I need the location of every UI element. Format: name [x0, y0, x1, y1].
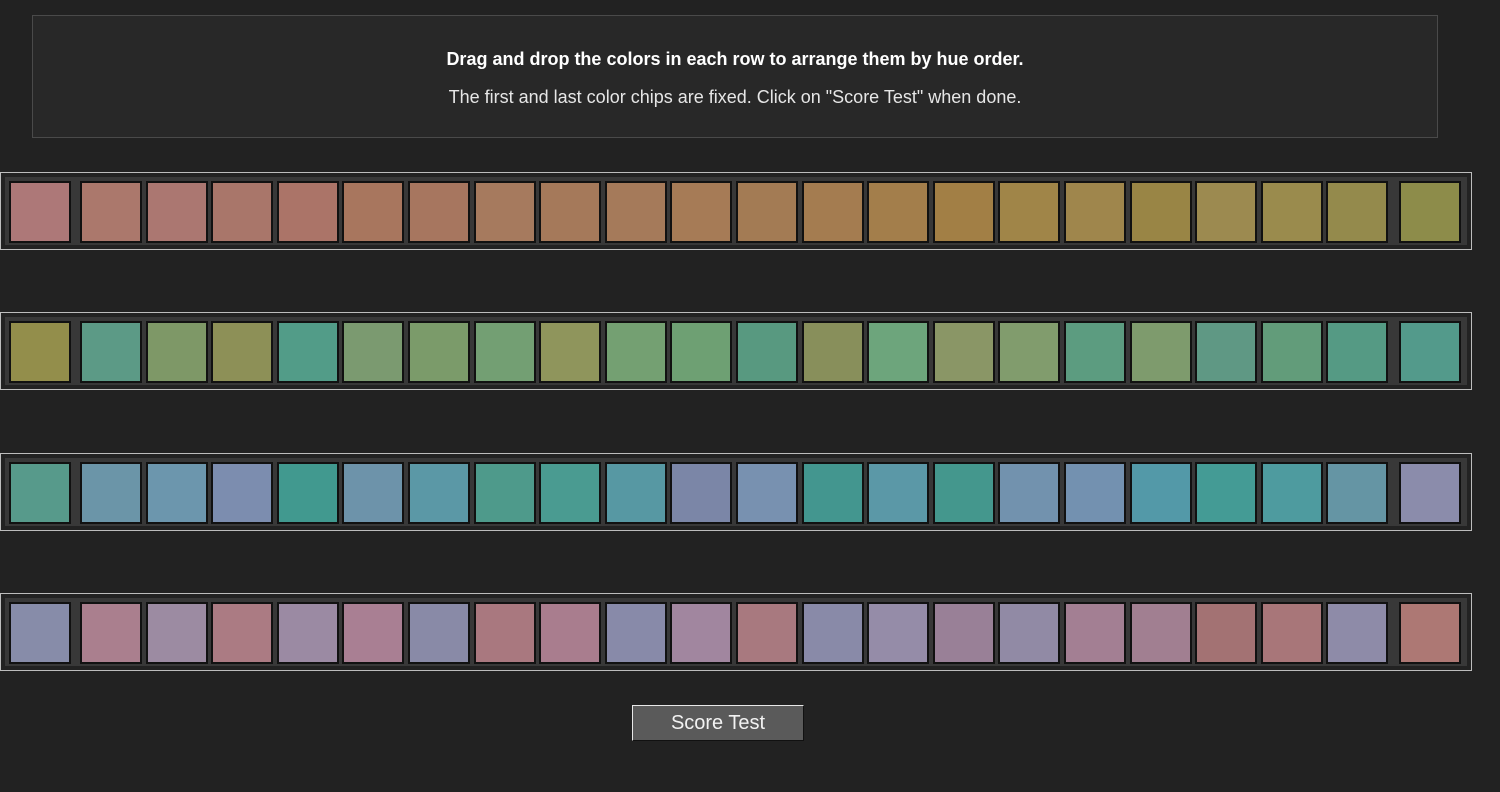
color-chip[interactable]	[1129, 462, 1192, 524]
fixed-color-chip	[1399, 321, 1461, 383]
color-chip[interactable]	[342, 602, 405, 664]
color-chip[interactable]	[145, 321, 208, 383]
color-chip[interactable]	[539, 602, 602, 664]
color-chip[interactable]	[1260, 321, 1323, 383]
fixed-color-chip	[9, 321, 71, 383]
color-chip[interactable]	[932, 181, 995, 243]
color-chip[interactable]	[211, 321, 274, 383]
color-chip[interactable]	[1129, 602, 1192, 664]
color-chip[interactable]	[1064, 321, 1126, 383]
color-chip[interactable]	[1326, 602, 1389, 664]
fixed-color-chip	[1399, 181, 1461, 243]
fixed-color-chip	[1399, 462, 1461, 524]
color-chip[interactable]	[867, 181, 930, 243]
color-chip[interactable]	[867, 462, 930, 524]
fixed-color-chip	[1399, 602, 1461, 664]
color-chip[interactable]	[867, 321, 930, 383]
color-chip[interactable]	[1129, 321, 1192, 383]
color-chip[interactable]	[539, 462, 602, 524]
color-chip[interactable]	[342, 462, 405, 524]
color-chip[interactable]	[932, 462, 995, 524]
color-chip[interactable]	[276, 462, 339, 524]
instructions-subline: The first and last color chips are fixed…	[448, 87, 1022, 107]
color-chip[interactable]	[670, 321, 733, 383]
color-chip[interactable]	[539, 321, 602, 383]
color-chip[interactable]	[801, 321, 864, 383]
color-chip[interactable]	[867, 602, 930, 664]
color-row-3	[0, 453, 1472, 531]
color-chip[interactable]	[276, 321, 339, 383]
color-chip[interactable]	[211, 462, 274, 524]
color-chip[interactable]	[1129, 181, 1192, 243]
color-chip[interactable]	[80, 321, 142, 383]
color-chip[interactable]	[473, 181, 536, 243]
color-chip[interactable]	[1260, 602, 1323, 664]
color-chip[interactable]	[1064, 181, 1126, 243]
color-chip[interactable]	[604, 602, 667, 664]
color-chip[interactable]	[80, 602, 142, 664]
color-chip[interactable]	[408, 321, 470, 383]
color-chip[interactable]	[408, 462, 470, 524]
color-chip[interactable]	[211, 602, 274, 664]
color-chip[interactable]	[736, 602, 798, 664]
color-chip[interactable]	[998, 462, 1061, 524]
color-chip[interactable]	[801, 602, 864, 664]
color-chip[interactable]	[408, 181, 470, 243]
fixed-color-chip	[9, 602, 71, 664]
color-chip[interactable]	[604, 181, 667, 243]
color-chip[interactable]	[408, 602, 470, 664]
color-chip[interactable]	[670, 181, 733, 243]
color-chip[interactable]	[473, 602, 536, 664]
color-row-4	[0, 593, 1472, 671]
color-row-1	[0, 172, 1472, 250]
color-chip[interactable]	[1260, 462, 1323, 524]
color-chip[interactable]	[801, 462, 864, 524]
color-chip[interactable]	[342, 321, 405, 383]
color-chip[interactable]	[932, 602, 995, 664]
color-chip[interactable]	[604, 321, 667, 383]
color-row-2	[0, 312, 1472, 390]
color-chip[interactable]	[998, 602, 1061, 664]
color-chip[interactable]	[145, 602, 208, 664]
score-test-button[interactable]: Score Test	[632, 705, 804, 741]
color-chip[interactable]	[736, 462, 798, 524]
color-chip[interactable]	[670, 602, 733, 664]
color-chip[interactable]	[1064, 602, 1126, 664]
color-chip[interactable]	[1064, 462, 1126, 524]
color-chip[interactable]	[998, 181, 1061, 243]
color-chip[interactable]	[80, 462, 142, 524]
color-chip[interactable]	[211, 181, 274, 243]
color-chip[interactable]	[1195, 462, 1258, 524]
color-chip[interactable]	[276, 181, 339, 243]
color-chip[interactable]	[1195, 321, 1258, 383]
color-chip[interactable]	[1260, 181, 1323, 243]
color-chip[interactable]	[670, 462, 733, 524]
color-chip[interactable]	[1195, 181, 1258, 243]
color-chip[interactable]	[604, 462, 667, 524]
fixed-color-chip	[9, 462, 71, 524]
instructions-panel: Drag and drop the colors in each row to …	[32, 15, 1438, 138]
color-chip[interactable]	[736, 321, 798, 383]
fixed-color-chip	[9, 181, 71, 243]
color-chip[interactable]	[1195, 602, 1258, 664]
color-chip[interactable]	[145, 462, 208, 524]
color-chip[interactable]	[473, 321, 536, 383]
color-chip[interactable]	[998, 321, 1061, 383]
color-chip[interactable]	[1326, 181, 1389, 243]
color-chip[interactable]	[801, 181, 864, 243]
color-chip[interactable]	[932, 321, 995, 383]
color-chip[interactable]	[276, 602, 339, 664]
color-chip[interactable]	[80, 181, 142, 243]
color-chip[interactable]	[1326, 462, 1389, 524]
color-chip[interactable]	[539, 181, 602, 243]
color-chip[interactable]	[1326, 321, 1389, 383]
color-chip[interactable]	[736, 181, 798, 243]
instructions-headline: Drag and drop the colors in each row to …	[446, 49, 1024, 69]
color-chip[interactable]	[342, 181, 405, 243]
color-chip[interactable]	[145, 181, 208, 243]
color-chip[interactable]	[473, 462, 536, 524]
